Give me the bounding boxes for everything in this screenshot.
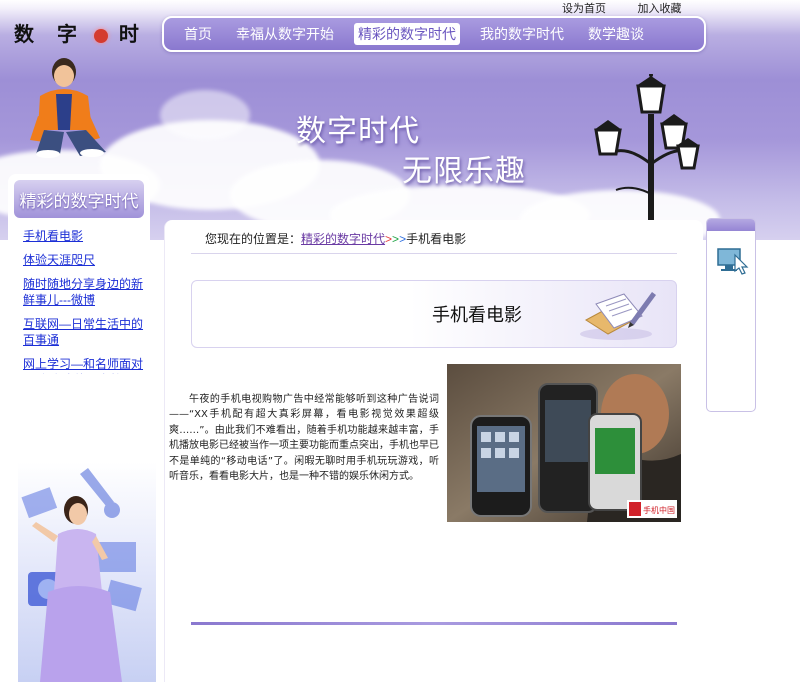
- add-favorite-link[interactable]: 加入收藏: [638, 2, 682, 15]
- girl-digital-image: [18, 462, 156, 682]
- logo-text-2: 时: [118, 22, 147, 46]
- breadcrumb-current: 手机看电影: [406, 232, 467, 246]
- phones-photo: 手机中国: [447, 364, 681, 522]
- banner-slogan-1: 数字时代: [296, 114, 420, 149]
- right-tool-panel: [706, 218, 756, 412]
- boy-image: [26, 56, 114, 158]
- nav-math-fun[interactable]: 数学趣谈: [584, 23, 648, 45]
- sidebar-title: 精彩的数字时代: [14, 180, 144, 218]
- article-body: 午夜的手机电视购物广告中经常能够听到这种广告说词——“XX手机配有超大真彩屏幕，…: [169, 394, 439, 483]
- sidebar-link-internet[interactable]: 互联网—日常生活中的百事通: [23, 316, 145, 348]
- street-lamp-image: [586, 73, 706, 240]
- nav-home[interactable]: 首页: [180, 23, 216, 45]
- top-links: 设为首页 加入收藏: [562, 0, 710, 16]
- nav-my-era[interactable]: 我的数字时代: [476, 23, 568, 45]
- breadcrumb-arrow-2: >: [392, 232, 400, 246]
- breadcrumb-section-link[interactable]: 精彩的数字时代: [301, 232, 385, 246]
- logo-orb-icon: [93, 28, 108, 43]
- content-bottom-divider: [191, 622, 677, 625]
- breadcrumb-divider: [191, 253, 677, 254]
- main-content: 您现在的位置是：精彩的数字时代>>>手机看电影 手机看电影 午夜的手机电视购物广…: [164, 220, 703, 682]
- nav-wonderful-era[interactable]: 精彩的数字时代: [354, 23, 460, 45]
- breadcrumb: 您现在的位置是：精彩的数字时代>>>手机看电影: [205, 230, 466, 247]
- nav-happiness[interactable]: 幸福从数字开始: [232, 23, 338, 45]
- breadcrumb-arrow-1: >: [385, 232, 393, 246]
- right-panel-header: [707, 219, 755, 231]
- main-nav: 首页 幸福从数字开始 精彩的数字时代 我的数字时代 数学趣谈: [162, 16, 706, 52]
- logo-text-1: 数 字: [14, 22, 85, 46]
- article-title-box: 手机看电影: [191, 280, 677, 348]
- photo-watermark: 手机中国: [643, 505, 675, 515]
- article-title: 手机看电影: [432, 305, 522, 326]
- sidebar-link-weibo[interactable]: 随时随地分享身边的新鲜事儿---微博: [23, 276, 145, 308]
- sidebar: 精彩的数字时代 手机看电影 体验天涯咫尺 随时随地分享身边的新鲜事儿---微博 …: [8, 174, 150, 374]
- document-pen-icon: [572, 286, 658, 342]
- set-homepage-link[interactable]: 设为首页: [562, 2, 606, 15]
- banner-slogan-2: 无限乐趣: [402, 154, 526, 189]
- breadcrumb-prefix: 您现在的位置是：: [205, 232, 302, 246]
- sidebar-links: 手机看电影 体验天涯咫尺 随时随地分享身边的新鲜事儿---微博 互联网—日常生活…: [23, 228, 145, 374]
- sidebar-link-distance[interactable]: 体验天涯咫尺: [23, 252, 145, 268]
- monitor-cursor-icon[interactable]: [715, 245, 751, 275]
- sidebar-link-movie[interactable]: 手机看电影: [23, 228, 145, 244]
- sidebar-link-online-learning[interactable]: 网上学习—和名师面对面,在家也能上名校: [23, 356, 145, 374]
